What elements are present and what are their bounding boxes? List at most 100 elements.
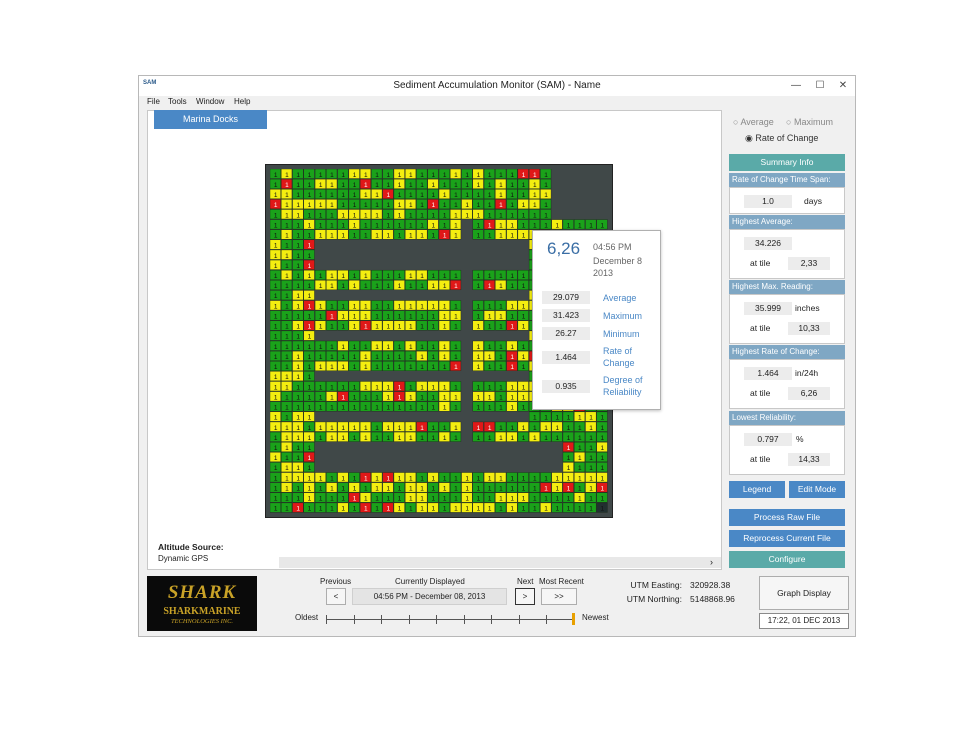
grid-tile[interactable]: 1 <box>292 492 304 503</box>
grid-tile[interactable]: 1 <box>281 209 293 219</box>
grid-tile[interactable]: 1 <box>596 431 608 442</box>
grid-tile[interactable]: 1 <box>281 300 293 311</box>
grid-tile[interactable]: 1 <box>281 290 293 300</box>
grid-tile[interactable]: 1 <box>506 421 518 432</box>
menu-help[interactable]: Help <box>234 97 250 106</box>
grid-tile[interactable]: 1 <box>314 189 326 199</box>
grid-tile[interactable]: 1 <box>404 502 417 513</box>
grid-tile[interactable]: 1 <box>270 229 281 240</box>
grid-tile[interactable]: 1 <box>281 452 293 462</box>
grid-tile[interactable]: 1 <box>303 310 315 321</box>
grid-tile[interactable]: 1 <box>337 320 349 331</box>
grid-tile[interactable]: 1 <box>483 391 495 402</box>
grid-tile[interactable]: 1 <box>450 269 462 280</box>
grid-tile[interactable]: 1 <box>495 482 507 493</box>
grid-tile[interactable]: 1 <box>438 219 450 230</box>
grid-tile[interactable]: 1 <box>292 178 304 189</box>
grid-tile[interactable]: 1 <box>337 350 349 361</box>
grid-tile[interactable]: 1 <box>281 239 293 250</box>
grid-tile[interactable]: 1 <box>371 209 383 219</box>
grid-tile[interactable]: 1 <box>371 502 383 513</box>
grid-tile[interactable]: 1 <box>326 189 338 199</box>
grid-tile[interactable]: 1 <box>393 320 405 331</box>
grid-tile[interactable]: 1 <box>281 371 293 381</box>
grid-tile[interactable]: 1 <box>393 229 405 240</box>
grid-tile[interactable]: 1 <box>382 178 394 189</box>
grid-tile[interactable]: 1 <box>528 199 541 209</box>
grid-tile[interactable]: 1 <box>348 178 360 189</box>
grid-tile[interactable]: 1 <box>517 350 529 361</box>
grid-tile[interactable]: 1 <box>303 259 315 270</box>
grid-tile[interactable]: 1 <box>540 178 552 189</box>
grid-tile[interactable]: 1 <box>348 189 360 199</box>
grid-tile[interactable]: 1 <box>416 169 428 179</box>
grid-tile[interactable]: 1 <box>562 452 574 462</box>
grid-tile[interactable]: 1 <box>495 219 507 230</box>
grid-tile[interactable]: 1 <box>371 482 383 493</box>
grid-tile[interactable]: 1 <box>461 482 473 493</box>
grid-tile[interactable]: 1 <box>382 189 394 199</box>
grid-tile[interactable]: 1 <box>281 269 293 280</box>
grid-tile[interactable]: 1 <box>281 178 293 189</box>
grid-tile[interactable]: 1 <box>326 229 338 240</box>
grid-tile[interactable]: 1 <box>270 411 281 422</box>
grid-tile[interactable]: 1 <box>303 411 315 422</box>
tab-marina-docks[interactable]: Marina Docks <box>154 110 267 129</box>
grid-tile[interactable]: 1 <box>427 391 439 402</box>
grid-tile[interactable]: 1 <box>393 169 405 179</box>
grid-tile[interactable]: 1 <box>292 482 304 493</box>
grid-tile[interactable]: 1 <box>382 492 394 503</box>
grid-tile[interactable]: 1 <box>495 310 507 321</box>
grid-tile[interactable]: 1 <box>382 391 394 402</box>
grid-tile[interactable]: 1 <box>371 361 383 371</box>
grid-tile[interactable]: 1 <box>517 280 529 290</box>
grid-tile[interactable]: 1 <box>506 361 518 371</box>
grid-tile[interactable]: 1 <box>303 189 315 199</box>
grid-tile[interactable]: 1 <box>314 178 326 189</box>
grid-tile[interactable]: 1 <box>472 350 484 361</box>
grid-tile[interactable]: 1 <box>348 391 360 402</box>
grid-tile[interactable]: 1 <box>427 310 439 321</box>
grid-tile[interactable]: 1 <box>416 431 428 442</box>
grid-tile[interactable]: 1 <box>472 269 484 280</box>
grid-tile[interactable]: 1 <box>528 472 541 483</box>
grid-tile[interactable]: 1 <box>450 280 462 290</box>
grid-tile[interactable]: 1 <box>540 492 552 503</box>
grid-tile[interactable]: 1 <box>270 340 281 351</box>
grid-tile[interactable]: 1 <box>404 209 417 219</box>
grid-tile[interactable]: 1 <box>303 441 315 452</box>
grid-tile[interactable]: 1 <box>292 411 304 422</box>
grid-tile[interactable]: 1 <box>303 269 315 280</box>
grid-tile[interactable]: 1 <box>337 280 349 290</box>
grid-tile[interactable]: 1 <box>281 441 293 452</box>
grid-tile[interactable]: 1 <box>371 310 383 321</box>
grid-tile[interactable]: 1 <box>382 229 394 240</box>
mode-option-rate[interactable]: ◉ Rate of Change <box>745 133 818 144</box>
grid-tile[interactable]: 1 <box>270 472 281 483</box>
grid-tile[interactable]: 1 <box>472 340 484 351</box>
grid-tile[interactable]: 1 <box>483 300 495 311</box>
grid-tile[interactable]: 1 <box>393 280 405 290</box>
grid-tile[interactable]: 1 <box>393 482 405 493</box>
grid-tile[interactable]: 1 <box>472 310 484 321</box>
grid-tile[interactable]: 1 <box>506 472 518 483</box>
radio-average-icon[interactable]: ○ <box>733 117 738 127</box>
grid-tile[interactable]: 1 <box>404 199 417 209</box>
grid-tile[interactable]: 1 <box>326 431 338 442</box>
grid-tile[interactable]: 1 <box>517 189 529 199</box>
grid-tile[interactable]: 1 <box>461 502 473 513</box>
grid-tile[interactable]: 1 <box>540 411 552 422</box>
grid-tile[interactable]: 1 <box>472 421 484 432</box>
grid-tile[interactable]: 1 <box>472 391 484 402</box>
grid-tile[interactable]: 1 <box>348 340 360 351</box>
grid-tile[interactable]: 1 <box>404 189 417 199</box>
grid-tile[interactable]: 1 <box>574 452 586 462</box>
grid-tile[interactable]: 1 <box>404 350 417 361</box>
grid-tile[interactable]: 1 <box>382 401 394 412</box>
grid-tile[interactable]: 1 <box>337 209 349 219</box>
grid-tile[interactable]: 1 <box>326 219 338 230</box>
grid-tile[interactable]: 1 <box>483 199 495 209</box>
grid-tile[interactable]: 1 <box>281 259 293 270</box>
grid-tile[interactable]: 1 <box>506 502 518 513</box>
grid-tile[interactable]: 1 <box>371 189 383 199</box>
